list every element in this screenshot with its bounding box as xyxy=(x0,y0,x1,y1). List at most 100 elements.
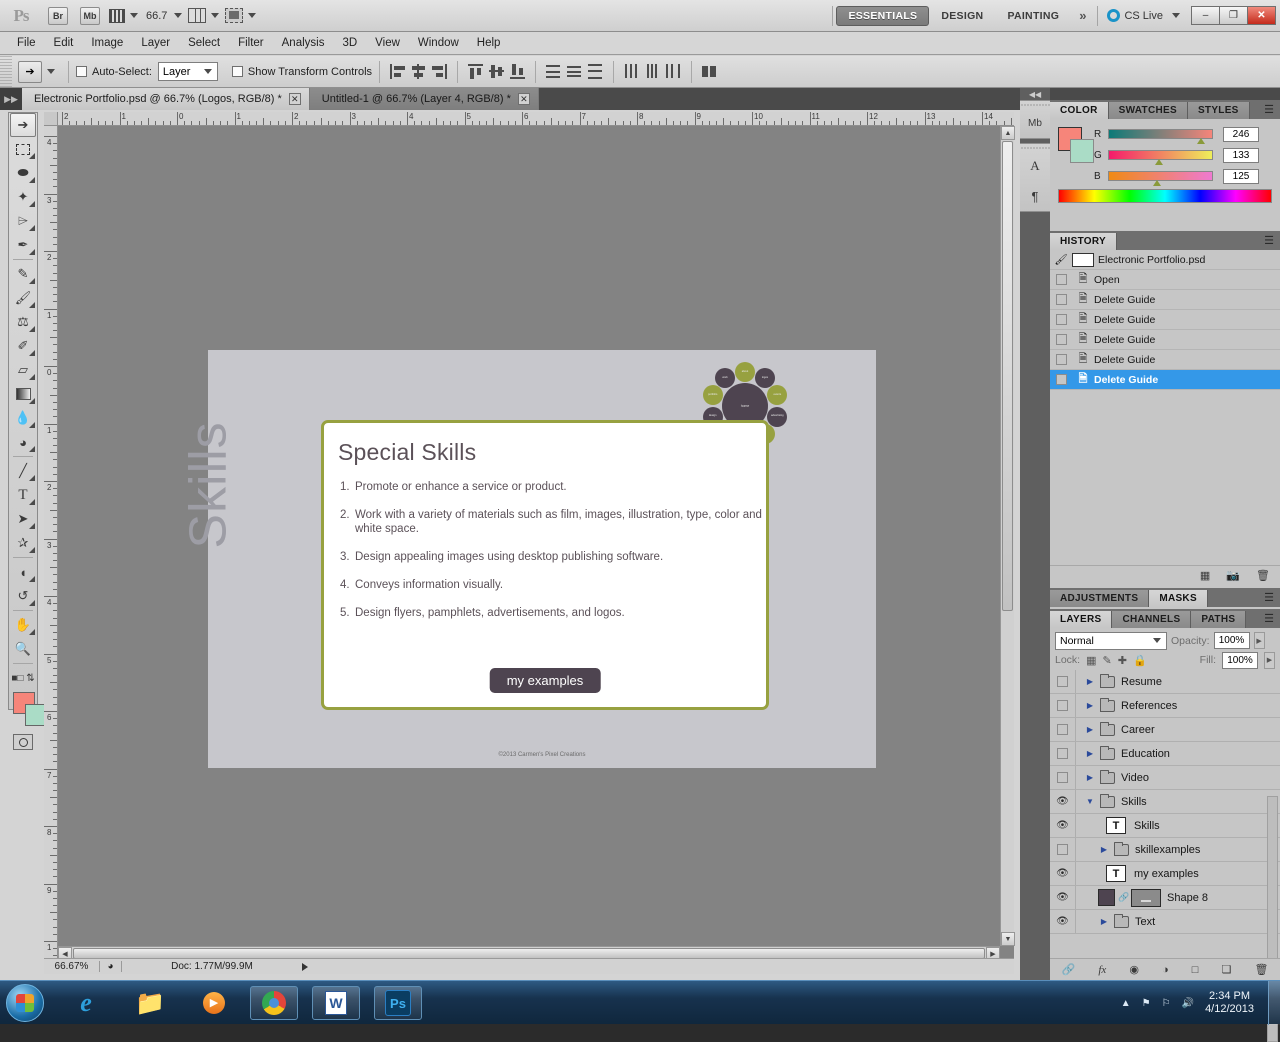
distribute-bottom-edges-icon[interactable] xyxy=(587,63,604,80)
new-fill-adjustment-layer-icon[interactable]: ◑ xyxy=(1162,964,1169,976)
taskbar-google-chrome[interactable] xyxy=(250,986,298,1020)
new-group-icon[interactable]: □ xyxy=(1192,964,1199,976)
channel-slider-r[interactable] xyxy=(1108,129,1213,139)
character-panel-icon[interactable]: A xyxy=(1020,151,1050,181)
scroll-up-arrow[interactable]: ▲ xyxy=(1001,126,1015,140)
more-workspaces-icon[interactable]: » xyxy=(1071,8,1094,23)
menu-filter[interactable]: Filter xyxy=(229,34,273,52)
history-state-toggle[interactable] xyxy=(1050,354,1072,365)
close-icon[interactable]: ✕ xyxy=(518,93,530,105)
channel-slider-b[interactable] xyxy=(1108,171,1213,181)
chevron-down-icon[interactable]: ▼ xyxy=(1084,797,1096,806)
color-spectrum-ramp[interactable] xyxy=(1058,189,1272,203)
distribute-vertical-centers-icon[interactable] xyxy=(566,63,583,80)
tab-history[interactable]: HISTORY xyxy=(1050,233,1117,250)
layer-visibility-toggle[interactable] xyxy=(1050,742,1076,765)
tab-styles[interactable]: STYLES xyxy=(1188,102,1250,119)
tool-horizontal-type-tool[interactable]: T xyxy=(9,483,37,507)
align-left-edges-icon[interactable] xyxy=(389,63,406,80)
chevron-right-icon[interactable]: ▶ xyxy=(1098,845,1110,854)
tool-hand-tool[interactable]: ✋ xyxy=(9,613,37,637)
vertical-scroll-thumb[interactable] xyxy=(1002,141,1013,611)
close-icon[interactable]: ✕ xyxy=(289,93,301,105)
layer-row[interactable]: 👁Tmy examples xyxy=(1050,862,1280,886)
tool-zoom-tool[interactable]: 🔍 xyxy=(9,637,37,661)
opacity-stepper-icon[interactable]: ▶ xyxy=(1254,632,1265,649)
nav-petal[interactable]: advertising xyxy=(767,407,787,427)
history-state-toggle[interactable] xyxy=(1050,334,1072,345)
action-center-icon[interactable]: ⚐ xyxy=(1162,998,1171,1009)
taskbar-adobe-photoshop[interactable]: Ps xyxy=(374,986,422,1020)
snapshot-brush-icon[interactable]: 🖌 xyxy=(1050,253,1072,266)
workspace-painting[interactable]: PAINTING xyxy=(995,6,1071,26)
tab-color[interactable]: COLOR xyxy=(1050,102,1109,119)
history-state-row[interactable]: 🗎Delete Guide xyxy=(1050,290,1280,310)
tool-lasso-tool[interactable]: ⬬ xyxy=(9,161,37,185)
layer-list[interactable]: ▶Resume▶References▶Career▶Education▶Vide… xyxy=(1050,670,1280,934)
tool-history-brush-tool[interactable]: ✐ xyxy=(9,334,37,358)
mini-bridge-icon[interactable]: Mb xyxy=(1020,108,1050,138)
artboard[interactable]: Skills home aboutlogoseventsadvertisinga… xyxy=(208,350,876,768)
layer-row[interactable]: ▶References xyxy=(1050,694,1280,718)
channel-value-g[interactable]: 133 xyxy=(1223,148,1259,163)
chevron-right-icon[interactable]: ▶ xyxy=(1098,917,1110,926)
panel-menu-icon[interactable]: ☰ xyxy=(1264,612,1280,625)
show-transform-controls-checkbox[interactable] xyxy=(232,66,243,77)
layer-visibility-toggle[interactable] xyxy=(1050,766,1076,789)
document-tab-untitled-1[interactable]: Untitled-1 @ 66.7% (Layer 4, RGB/8) * ✕ xyxy=(310,88,539,110)
show-desktop-button[interactable] xyxy=(1268,981,1280,1025)
tool-brush-tool[interactable]: 🖌 xyxy=(9,286,37,310)
history-state-toggle[interactable] xyxy=(1050,374,1072,385)
tab-channels[interactable]: CHANNELS xyxy=(1112,611,1191,628)
status-menu-arrow-icon[interactable] xyxy=(302,963,308,971)
layer-row[interactable]: ▶skillexamples xyxy=(1050,838,1280,862)
tab-bar-grip[interactable]: ▶▶ xyxy=(0,88,22,110)
tool-spot-healing-brush-tool[interactable]: ✎ xyxy=(9,262,37,286)
vector-mask-thumbnail[interactable] xyxy=(1131,889,1161,907)
zoom-level-display[interactable]: 66.7 xyxy=(141,4,185,28)
layer-row[interactable]: 👁▼Skills xyxy=(1050,790,1280,814)
layer-visibility-toggle[interactable]: 👁 xyxy=(1050,910,1076,933)
minimize-button[interactable]: – xyxy=(1191,6,1220,25)
screen-mode-button[interactable] xyxy=(222,4,259,28)
tool-dodge-tool[interactable]: ◕ xyxy=(9,430,37,454)
menu-analysis[interactable]: Analysis xyxy=(273,34,334,52)
network-icon[interactable]: ⚑ xyxy=(1142,998,1151,1009)
tool-pen-tool[interactable]: ╱ xyxy=(9,459,37,483)
menu-help[interactable]: Help xyxy=(468,34,510,52)
quick-mask-mode-button[interactable] xyxy=(13,734,33,750)
history-state-row[interactable]: 🗎Delete Guide xyxy=(1050,310,1280,330)
canvas-vertical-scrollbar[interactable]: ▲ ▼ xyxy=(1000,126,1014,946)
nav-petal[interactable]: events xyxy=(767,385,787,405)
panel-menu-icon[interactable]: ☰ xyxy=(1264,591,1280,604)
layer-row[interactable]: ▶Career xyxy=(1050,718,1280,742)
align-horizontal-centers-icon[interactable] xyxy=(410,63,427,80)
auto-select-checkbox[interactable] xyxy=(76,66,87,77)
restore-button[interactable]: ❐ xyxy=(1219,6,1248,25)
ruler-corner[interactable] xyxy=(44,112,58,126)
delete-state-icon[interactable]: 🗑 xyxy=(1256,569,1270,582)
launch-mini-bridge-button[interactable]: Mb xyxy=(80,7,100,25)
lock-image-pixels-icon[interactable]: ✎ xyxy=(1103,654,1112,667)
history-state-toggle[interactable] xyxy=(1050,274,1072,285)
auto-select-target-dropdown[interactable]: Layer xyxy=(158,62,218,81)
menu-layer[interactable]: Layer xyxy=(132,34,179,52)
channel-slider-g[interactable] xyxy=(1108,150,1213,160)
scroll-down-arrow[interactable]: ▼ xyxy=(1001,932,1015,946)
tool-path-selection-tool[interactable]: ➤ xyxy=(9,507,37,531)
distribute-left-edges-icon[interactable] xyxy=(623,63,640,80)
shape-layer-thumbnail[interactable] xyxy=(1098,889,1115,906)
fill-value[interactable]: 100% xyxy=(1222,652,1258,669)
fill-stepper-icon[interactable]: ▶ xyxy=(1264,652,1275,669)
chevron-right-icon[interactable]: ▶ xyxy=(1084,725,1096,734)
auto-align-layers-icon[interactable] xyxy=(701,63,718,80)
cs-live-button[interactable]: CS Live xyxy=(1101,9,1186,22)
delete-layer-icon[interactable]: 🗑 xyxy=(1254,963,1268,976)
vertical-ruler[interactable]: 4321012345678911 xyxy=(44,126,58,960)
layer-visibility-toggle[interactable] xyxy=(1050,670,1076,693)
distribute-right-edges-icon[interactable] xyxy=(665,63,682,80)
tool-blur-tool[interactable]: 💧 xyxy=(9,406,37,430)
arrange-documents-button[interactable] xyxy=(185,4,222,28)
taskbar-microsoft-word[interactable]: W xyxy=(312,986,360,1020)
history-state-toggle[interactable] xyxy=(1050,314,1072,325)
